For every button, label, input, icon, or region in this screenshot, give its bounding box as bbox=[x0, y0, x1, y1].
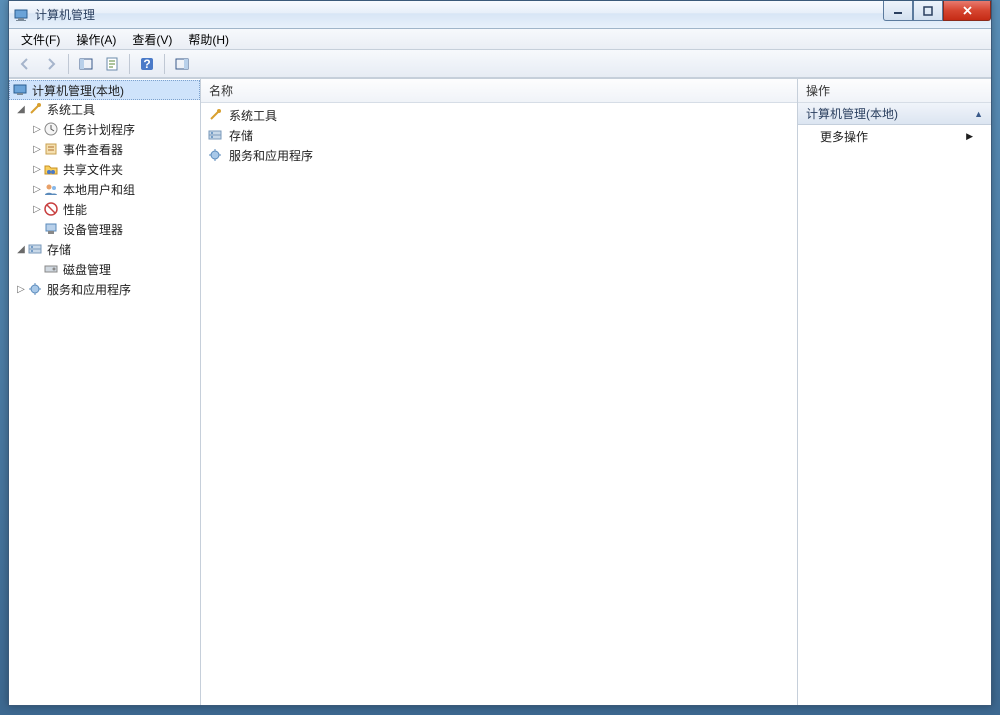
tree-local-users-groups[interactable]: ▷ 本地用户和组 bbox=[9, 179, 200, 199]
column-name-label: 名称 bbox=[209, 82, 233, 99]
list-pane: 名称 系统工具 存储 服务和应用程序 bbox=[201, 79, 798, 705]
actions-more[interactable]: 更多操作 ▶ bbox=[798, 125, 991, 147]
expand-icon[interactable]: ▷ bbox=[31, 144, 43, 155]
tree-system-tools[interactable]: ◢ 系统工具 bbox=[9, 99, 200, 119]
collapse-icon: ▲ bbox=[974, 109, 983, 119]
menubar: 文件(F) 操作(A) 查看(V) 帮助(H) bbox=[9, 29, 991, 50]
computer-management-window: 计算机管理 文件(F) 操作(A) 查看(V) 帮助(H) ? 计算机管理(本地… bbox=[8, 0, 992, 706]
toolbar: ? bbox=[9, 50, 991, 78]
storage-icon bbox=[27, 241, 43, 257]
tree-device-manager[interactable]: 设备管理器 bbox=[9, 219, 200, 239]
expand-icon[interactable]: ▷ bbox=[31, 204, 43, 215]
tree-event-viewer[interactable]: ▷ 事件查看器 bbox=[9, 139, 200, 159]
help-button[interactable]: ? bbox=[135, 53, 159, 75]
list-column-header-name[interactable]: 名称 bbox=[201, 79, 797, 103]
close-button[interactable] bbox=[943, 1, 991, 21]
actions-header-label: 操作 bbox=[806, 82, 830, 99]
storage-icon bbox=[207, 127, 223, 143]
tree-label: 本地用户和组 bbox=[63, 181, 135, 198]
list-item-label: 服务和应用程序 bbox=[229, 147, 313, 164]
maximize-button[interactable] bbox=[913, 1, 943, 21]
collapse-icon[interactable]: ◢ bbox=[15, 104, 27, 115]
window-title: 计算机管理 bbox=[35, 6, 95, 23]
toolbar-separator bbox=[164, 54, 165, 74]
services-icon bbox=[27, 281, 43, 297]
toolbar-separator bbox=[129, 54, 130, 74]
tree-services-apps[interactable]: ▷ 服务和应用程序 bbox=[9, 279, 200, 299]
titlebar[interactable]: 计算机管理 bbox=[9, 1, 991, 29]
expand-icon[interactable]: ▷ bbox=[31, 184, 43, 195]
app-icon bbox=[13, 7, 29, 23]
console-tree[interactable]: 计算机管理(本地) ◢ 系统工具 ▷ 任务计划程序 ▷ 事件查看器 bbox=[9, 79, 200, 301]
disk-icon bbox=[43, 261, 59, 277]
minimize-button[interactable] bbox=[883, 1, 913, 21]
expand-icon[interactable]: ▷ bbox=[31, 124, 43, 135]
content: 计算机管理(本地) ◢ 系统工具 ▷ 任务计划程序 ▷ 事件查看器 bbox=[9, 78, 991, 705]
tree-task-scheduler[interactable]: ▷ 任务计划程序 bbox=[9, 119, 200, 139]
forward-button[interactable] bbox=[39, 53, 63, 75]
collapse-icon[interactable]: ◢ bbox=[15, 244, 27, 255]
expand-icon[interactable]: ▷ bbox=[31, 164, 43, 175]
actions-more-label: 更多操作 bbox=[820, 128, 868, 145]
actions-pane: 操作 计算机管理(本地) ▲ 更多操作 ▶ bbox=[798, 79, 991, 705]
actions-header: 操作 bbox=[798, 79, 991, 103]
tree-pane: 计算机管理(本地) ◢ 系统工具 ▷ 任务计划程序 ▷ 事件查看器 bbox=[9, 79, 201, 705]
tree-label: 存储 bbox=[47, 241, 71, 258]
tree-label: 事件查看器 bbox=[63, 141, 123, 158]
properties-button[interactable] bbox=[100, 53, 124, 75]
tree-storage[interactable]: ◢ 存储 bbox=[9, 239, 200, 259]
clock-icon bbox=[43, 121, 59, 137]
services-icon bbox=[207, 147, 223, 163]
actions-group-header[interactable]: 计算机管理(本地) ▲ bbox=[798, 103, 991, 125]
tree-label: 性能 bbox=[63, 201, 87, 218]
list-item[interactable]: 系统工具 bbox=[201, 105, 797, 125]
menu-action[interactable]: 操作(A) bbox=[68, 29, 124, 50]
performance-icon bbox=[43, 201, 59, 217]
tools-icon bbox=[207, 107, 223, 123]
computer-icon bbox=[12, 82, 28, 98]
tree-label: 服务和应用程序 bbox=[47, 281, 131, 298]
tree-label: 共享文件夹 bbox=[63, 161, 123, 178]
event-viewer-icon bbox=[43, 141, 59, 157]
show-hide-action-pane-button[interactable] bbox=[170, 53, 194, 75]
users-icon bbox=[43, 181, 59, 197]
menu-file[interactable]: 文件(F) bbox=[13, 29, 68, 50]
tree-disk-management[interactable]: 磁盘管理 bbox=[9, 259, 200, 279]
tree-label: 系统工具 bbox=[47, 101, 95, 118]
device-manager-icon bbox=[43, 221, 59, 237]
submenu-icon: ▶ bbox=[966, 131, 973, 142]
actions-group-label: 计算机管理(本地) bbox=[806, 105, 898, 122]
tree-shared-folders[interactable]: ▷ 共享文件夹 bbox=[9, 159, 200, 179]
list-item[interactable]: 存储 bbox=[201, 125, 797, 145]
list-item-label: 系统工具 bbox=[229, 107, 277, 124]
expand-icon[interactable]: ▷ bbox=[15, 284, 27, 295]
tree-root[interactable]: 计算机管理(本地) bbox=[9, 80, 200, 100]
svg-text:?: ? bbox=[143, 57, 150, 71]
tree-performance[interactable]: ▷ 性能 bbox=[9, 199, 200, 219]
tree-label: 磁盘管理 bbox=[63, 261, 111, 278]
tree-label: 任务计划程序 bbox=[63, 121, 135, 138]
menu-view[interactable]: 查看(V) bbox=[124, 29, 180, 50]
list-item-label: 存储 bbox=[229, 127, 253, 144]
list-body[interactable]: 系统工具 存储 服务和应用程序 bbox=[201, 103, 797, 167]
back-button[interactable] bbox=[13, 53, 37, 75]
list-item[interactable]: 服务和应用程序 bbox=[201, 145, 797, 165]
shared-folder-icon bbox=[43, 161, 59, 177]
tree-label: 计算机管理(本地) bbox=[32, 82, 124, 99]
tree-label: 设备管理器 bbox=[63, 221, 123, 238]
menu-help[interactable]: 帮助(H) bbox=[180, 29, 237, 50]
tools-icon bbox=[27, 101, 43, 117]
toolbar-separator bbox=[68, 54, 69, 74]
show-hide-tree-button[interactable] bbox=[74, 53, 98, 75]
